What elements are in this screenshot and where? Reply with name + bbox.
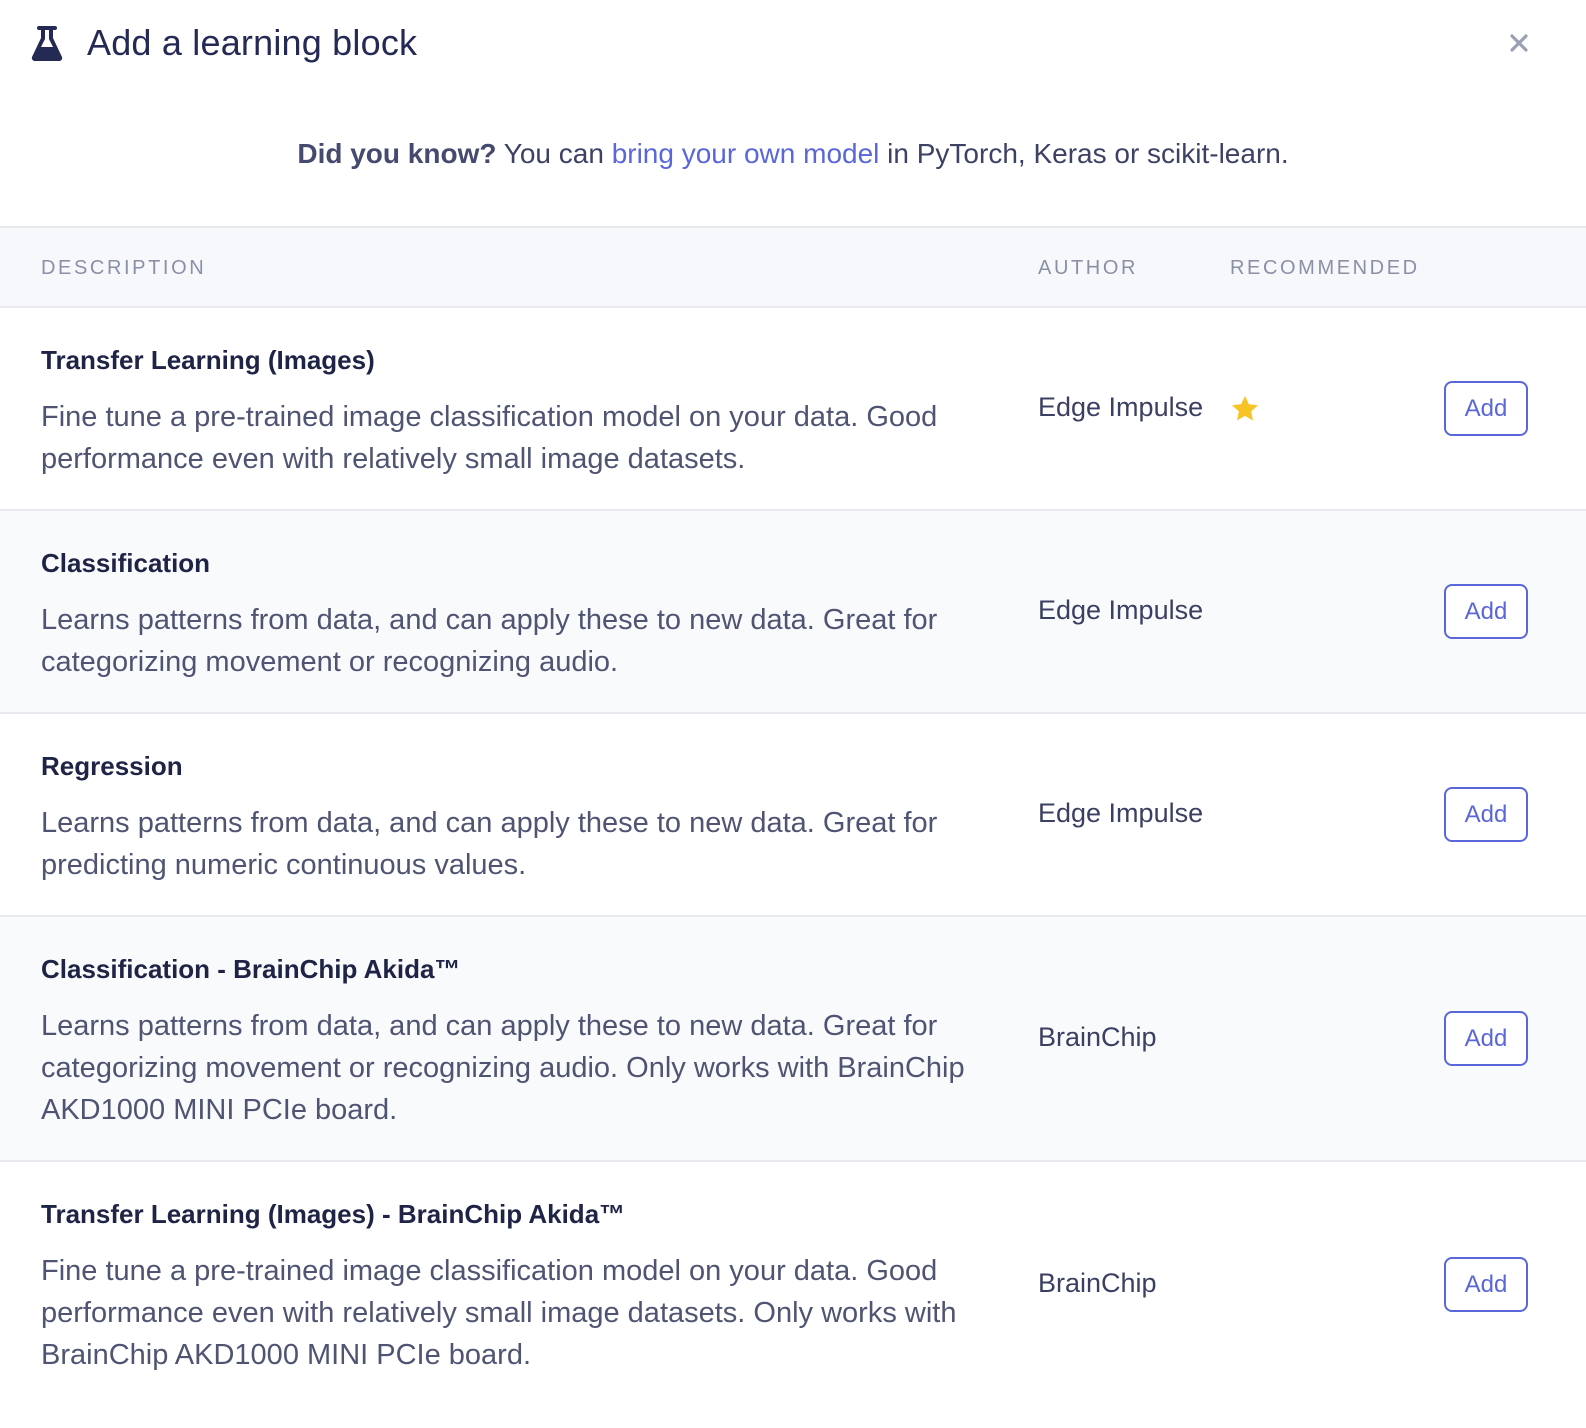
learning-blocks-table: DESCRIPTION AUTHOR RECOMMENDED Transfer … [0,226,1586,1422]
modal-title: Add a learning block [87,22,418,63]
close-icon [1510,34,1528,52]
table-row: Regression Learns patterns from data, an… [0,714,1586,917]
table-header: DESCRIPTION AUTHOR RECOMMENDED [0,226,1586,308]
block-author: BrainChip [1038,1268,1157,1298]
add-button[interactable]: Add [1444,787,1528,842]
block-description: Fine tune a pre-trained image classifica… [41,401,938,475]
column-header-author: AUTHOR [1038,257,1139,279]
add-button[interactable]: Add [1444,381,1528,436]
block-name: Transfer Learning (Images) [41,345,375,375]
column-header-description: DESCRIPTION [41,257,207,279]
block-description: Learns patterns from data, and can apply… [41,604,938,678]
block-author: Edge Impulse [1038,798,1204,828]
table-row: Classification Learns patterns from data… [0,511,1586,714]
table-row: Classification - BrainChip Akida™ Learns… [0,917,1586,1162]
block-author: Edge Impulse [1038,392,1204,422]
tip-bold: Did you know? [297,138,497,169]
block-name: Classification - BrainChip Akida™ [41,954,461,984]
table-row: Transfer Learning (Images) - BrainChip A… [0,1162,1586,1422]
bring-own-model-link[interactable]: bring your own model [612,138,880,169]
block-name: Transfer Learning (Images) - BrainChip A… [41,1199,626,1229]
block-description: Learns patterns from data, and can apply… [41,807,938,881]
block-name: Regression [41,751,183,781]
modal-header: Add a learning block [0,0,1586,92]
flask-icon [31,26,63,62]
block-author: BrainChip [1038,1022,1157,1052]
add-button[interactable]: Add [1444,1257,1528,1312]
tip-text-before: You can [496,138,612,169]
table-row: Transfer Learning (Images) Fine tune a p… [0,308,1586,511]
add-button[interactable]: Add [1444,584,1528,639]
block-name: Classification [41,548,211,578]
block-description: Fine tune a pre-trained image classifica… [41,1255,957,1371]
block-author: Edge Impulse [1038,595,1204,625]
tip-text-after: in PyTorch, Keras or scikit-learn. [879,138,1289,169]
close-button[interactable] [1502,26,1536,60]
add-button[interactable]: Add [1444,1011,1528,1066]
block-description: Learns patterns from data, and can apply… [41,1010,965,1126]
tip-banner: Did you know? You can bring your own mod… [0,138,1586,170]
add-learning-block-modal: Add a learning block Did you know? You c… [0,0,1586,1428]
column-header-recommended: RECOMMENDED [1230,257,1420,279]
star-icon [1232,395,1258,421]
